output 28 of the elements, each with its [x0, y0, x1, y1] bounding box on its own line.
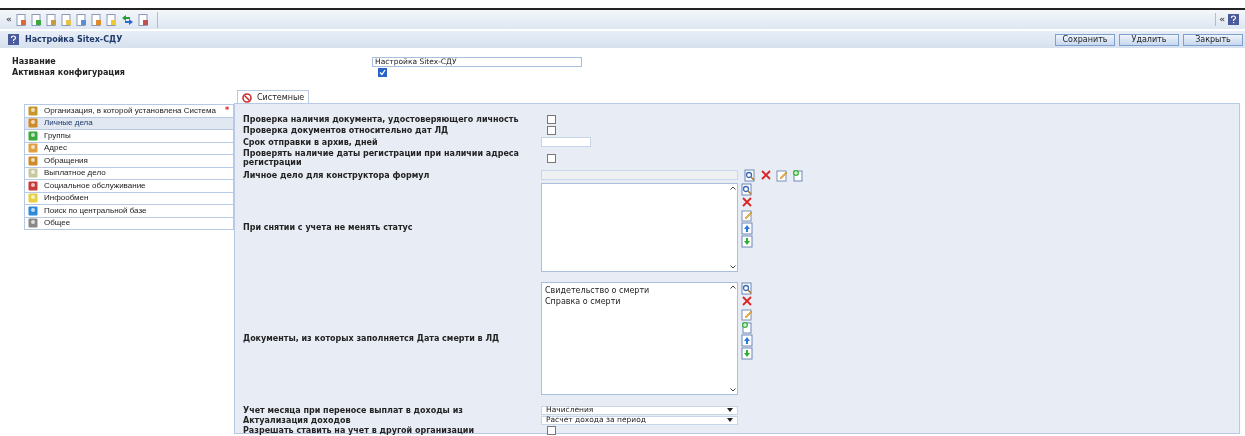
tab[interactable]: Системные: [237, 90, 310, 104]
setting-label: Личное дело для конструктора формул: [243, 170, 431, 180]
sidebar-item[interactable]: Поиск по центральной базе: [24, 204, 234, 218]
header-button[interactable]: Закрыть: [1183, 33, 1243, 46]
field-label: Активная конфигурация: [12, 66, 126, 79]
setting-label: Проверять наличие даты регистрации при наличии адреса регистрации: [243, 149, 520, 167]
sidebar-item[interactable]: Социальное обслуживание: [24, 179, 234, 193]
header-button[interactable]: Сохранить: [1055, 33, 1115, 46]
list-box[interactable]: Свидетельство о смерти Справка о смерти: [541, 282, 738, 395]
setting-label: Проверка наличия документа, удостоверяющего личность: [243, 115, 520, 124]
list-item[interactable]: Свидетельство о смерти: [545, 285, 737, 296]
setting-label: Учет месяца при переносе выплат в доходы из: [243, 405, 464, 415]
collapse-toggle[interactable]: «: [6, 12, 12, 27]
setting-label: При снятии с учета не менять статус: [243, 223, 414, 232]
required-mark: *: [224, 104, 230, 117]
setting-label: Документы, из которых заполняется Дата смерти в ЛД: [243, 334, 501, 343]
field-label: Название: [12, 55, 57, 68]
list-item[interactable]: Справка о смерти: [545, 296, 737, 307]
header-button[interactable]: Удалить: [1119, 33, 1179, 46]
setting-label: Срок отправки в архив, дней: [243, 137, 379, 147]
setting-label: Проверка документов относительно дат ЛД: [243, 126, 450, 135]
setting-label: Разрешать ставить на учет в другой организации: [243, 426, 476, 435]
setting-label: Актуализация доходов: [243, 415, 352, 425]
page-title: Настройка Sitex-СДУ: [25, 33, 123, 46]
sidebar-item[interactable]: Организация, в которой установлена Система *: [24, 104, 234, 118]
sidebar-item[interactable]: Обращения: [24, 154, 234, 168]
expand-toggle[interactable]: «: [1219, 12, 1225, 27]
sidebar-item[interactable]: Группы: [24, 129, 234, 143]
